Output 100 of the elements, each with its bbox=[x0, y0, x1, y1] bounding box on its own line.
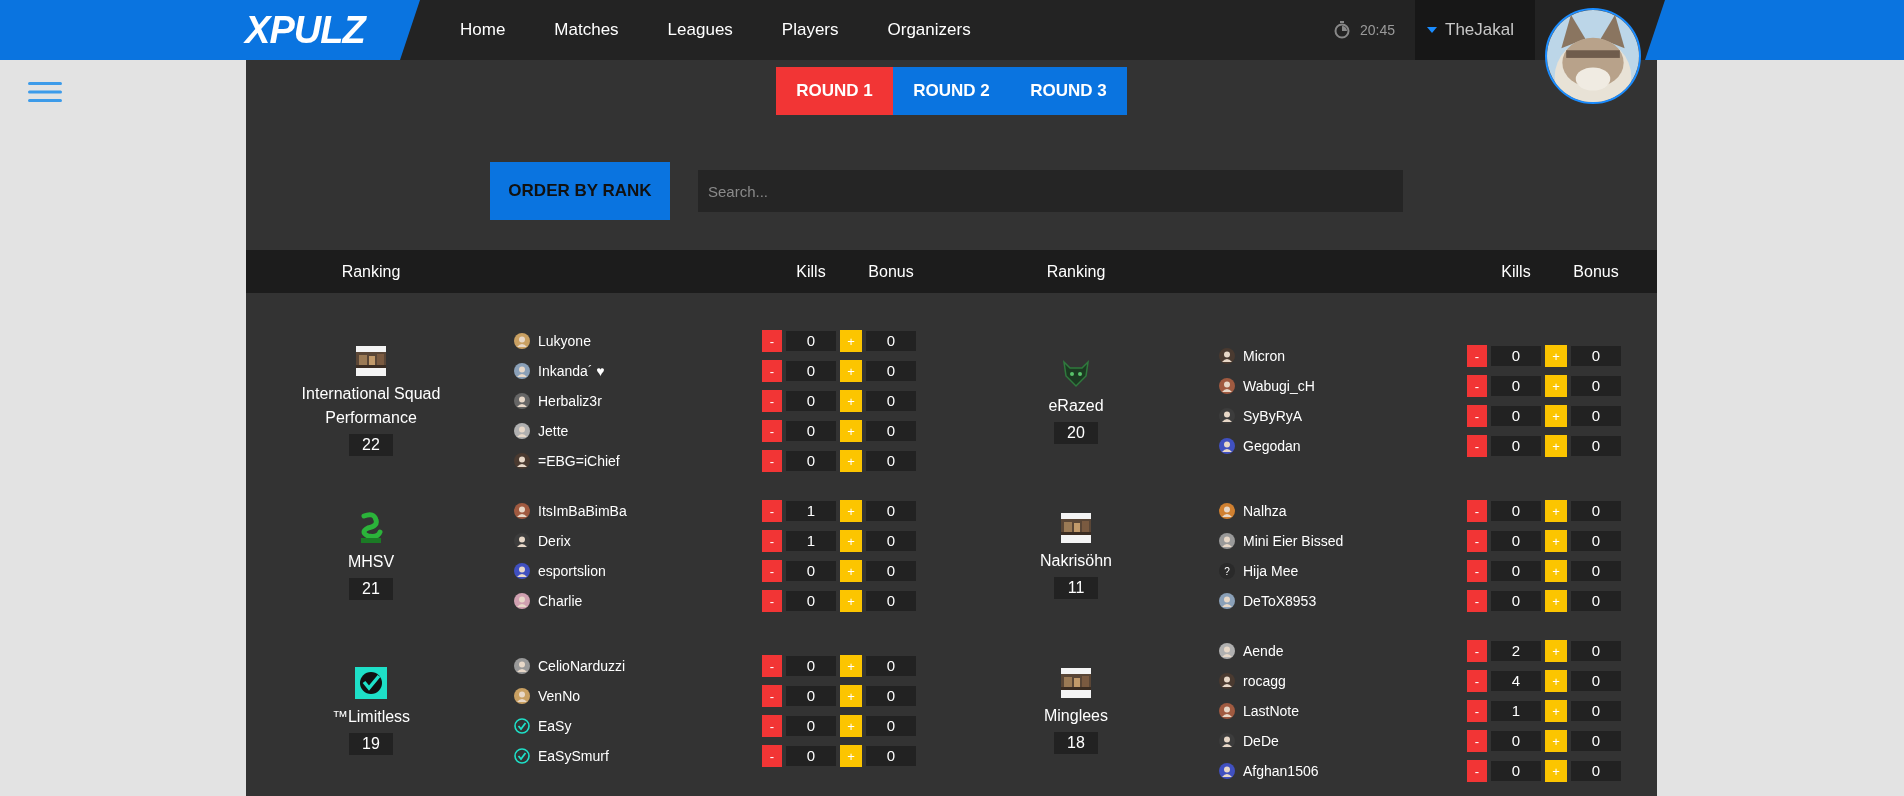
player-name: Hija Mee bbox=[1243, 561, 1299, 581]
player-name: VenNo bbox=[538, 686, 581, 706]
avatar-icon bbox=[1219, 408, 1235, 424]
player-name: Inkanda´ ♥ bbox=[538, 361, 605, 381]
player-name: Aende bbox=[1243, 641, 1284, 661]
team-score: 11 bbox=[1054, 577, 1098, 599]
player-name: EaSy bbox=[538, 716, 572, 736]
minus-button[interactable]: - bbox=[1467, 640, 1487, 662]
avatar-icon bbox=[1219, 763, 1235, 779]
bonus-value: 0 bbox=[1571, 406, 1621, 426]
order-by-rank-button[interactable]: ORDER BY RANK bbox=[490, 162, 670, 220]
bonus-value: 0 bbox=[1571, 641, 1621, 661]
kills-value: 0 bbox=[1491, 376, 1541, 396]
column-header: Kills bbox=[1500, 261, 1532, 282]
player-name: ItsImBaBimBa bbox=[538, 501, 627, 521]
kills-value: 0 bbox=[1491, 406, 1541, 426]
kills-value: 0 bbox=[1491, 501, 1541, 521]
player-name: Derix bbox=[538, 531, 571, 551]
minus-button[interactable]: - bbox=[762, 590, 782, 612]
kills-value: 0 bbox=[1491, 436, 1541, 456]
bonus-value: 0 bbox=[1571, 701, 1621, 721]
team-score: 19 bbox=[349, 733, 393, 755]
kills-value: 4 bbox=[1491, 671, 1541, 691]
column-header: Kills bbox=[795, 261, 827, 282]
player-name: Charlie bbox=[538, 591, 583, 611]
minus-button[interactable]: - bbox=[762, 330, 782, 352]
kills-value: 0 bbox=[786, 591, 836, 611]
minus-button[interactable]: - bbox=[762, 745, 782, 767]
team-score: 20 bbox=[1054, 422, 1098, 444]
avatar-icon bbox=[1219, 378, 1235, 394]
team-name: Nakrisöhn bbox=[1039, 551, 1113, 571]
minus-button[interactable]: - bbox=[1467, 375, 1487, 397]
minus-button[interactable]: - bbox=[762, 715, 782, 737]
bonus-value: 0 bbox=[866, 331, 916, 351]
player-name: EaSySmurf bbox=[538, 746, 609, 766]
kills-value: 0 bbox=[786, 451, 836, 471]
minus-button[interactable]: - bbox=[762, 685, 782, 707]
bonus-value: 0 bbox=[866, 686, 916, 706]
player-name: Jette bbox=[538, 421, 569, 441]
nav-link[interactable]: Players bbox=[781, 17, 839, 43]
avatar-icon bbox=[1219, 438, 1235, 454]
minus-button[interactable]: - bbox=[762, 560, 782, 582]
minus-button[interactable]: - bbox=[1467, 500, 1487, 522]
user-menu[interactable]: TheJakal bbox=[1415, 0, 1535, 60]
minus-button[interactable]: - bbox=[762, 530, 782, 552]
player-name: Wabugi_cH bbox=[1243, 376, 1315, 396]
team-name: eRazed bbox=[1047, 396, 1105, 416]
bonus-value: 0 bbox=[1571, 591, 1621, 611]
player-name: Micron bbox=[1243, 346, 1285, 366]
check-icon bbox=[514, 748, 530, 764]
minus-button[interactable]: - bbox=[1467, 760, 1487, 782]
minus-button[interactable]: - bbox=[762, 500, 782, 522]
avatar-icon bbox=[1219, 703, 1235, 719]
kills-value: 1 bbox=[1491, 701, 1541, 721]
nav-link[interactable]: Organizers bbox=[887, 17, 971, 43]
column-header: Bonus bbox=[867, 261, 915, 282]
bonus-value: 0 bbox=[866, 391, 916, 411]
minus-button[interactable]: - bbox=[1467, 345, 1487, 367]
bonus-value: 0 bbox=[866, 591, 916, 611]
bonus-value: 0 bbox=[866, 361, 916, 381]
round-tab[interactable]: ROUND 3 bbox=[1010, 67, 1127, 115]
bonus-value: 0 bbox=[1571, 346, 1621, 366]
minus-button[interactable]: - bbox=[1467, 560, 1487, 582]
minus-button[interactable]: - bbox=[1467, 700, 1487, 722]
minus-button[interactable]: - bbox=[762, 450, 782, 472]
kills-value: 0 bbox=[1491, 591, 1541, 611]
bonus-value: 0 bbox=[1571, 436, 1621, 456]
column-header: Ranking bbox=[340, 261, 402, 282]
player-name: LastNote bbox=[1243, 701, 1300, 721]
minus-button[interactable]: - bbox=[762, 360, 782, 382]
avatar-icon bbox=[1219, 643, 1235, 659]
round-tab[interactable]: ROUND 2 bbox=[893, 67, 1010, 115]
kills-value: 0 bbox=[1491, 731, 1541, 751]
minus-button[interactable]: - bbox=[1467, 670, 1487, 692]
nav-link[interactable]: Leagues bbox=[667, 17, 733, 43]
kills-value: 0 bbox=[786, 686, 836, 706]
team-name: International Squad Performance bbox=[300, 384, 442, 428]
bonus-value: 0 bbox=[866, 501, 916, 521]
site-logo[interactable]: XPULZ bbox=[245, 11, 365, 49]
kills-value: 0 bbox=[786, 331, 836, 351]
minus-button[interactable]: - bbox=[1467, 590, 1487, 612]
player-name: Lukyone bbox=[538, 331, 591, 351]
minus-button[interactable]: - bbox=[762, 390, 782, 412]
column-header: Bonus bbox=[1572, 261, 1620, 282]
team-name: Minglees bbox=[1043, 706, 1109, 726]
kills-value: 1 bbox=[786, 501, 836, 521]
nav-link[interactable]: Home bbox=[460, 17, 506, 43]
bonus-value: 0 bbox=[866, 531, 916, 551]
minus-button[interactable]: - bbox=[1467, 730, 1487, 752]
minus-button[interactable]: - bbox=[762, 420, 782, 442]
nav-link[interactable]: Matches bbox=[554, 17, 619, 43]
team-name: ™Limitless bbox=[330, 707, 412, 727]
search-field[interactable]: Search... bbox=[698, 170, 1403, 212]
minus-button[interactable]: - bbox=[1467, 530, 1487, 552]
player-name: Herbaliz3r bbox=[538, 391, 602, 411]
minus-button[interactable]: - bbox=[762, 655, 782, 677]
bonus-value: 0 bbox=[866, 746, 916, 766]
minus-button[interactable]: - bbox=[1467, 435, 1487, 457]
minus-button[interactable]: - bbox=[1467, 405, 1487, 427]
round-tab[interactable]: ROUND 1 bbox=[776, 67, 893, 115]
